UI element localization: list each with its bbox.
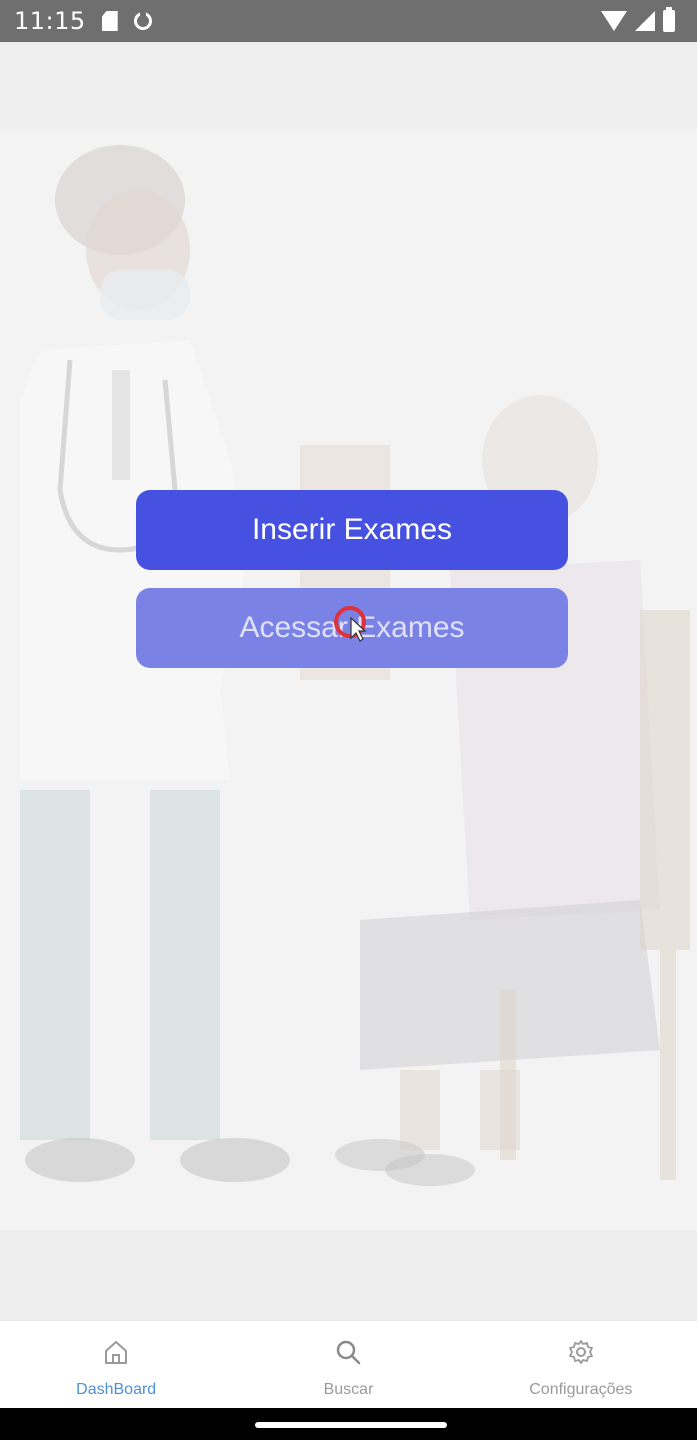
nav-label-buscar: Buscar [323,1381,374,1398]
status-bar: 11:15 [0,0,697,42]
gear-icon [568,1340,593,1364]
system-navigation-bar [0,1408,697,1440]
nav-item-dashboard[interactable]: DashBoard [0,1321,232,1408]
nav-item-configuracoes[interactable]: Configurações [465,1321,697,1408]
patient-leg-left [400,1070,440,1150]
chair-back [640,610,690,950]
doctor-mask [100,270,190,320]
doctor-leg-right [150,790,220,1140]
nav-label-dashboard: DashBoard [76,1381,157,1398]
ring-icon [133,11,152,30]
doctor-patient-illustration [0,130,697,1230]
doctor-shoe-left [25,1138,135,1182]
sd-card-icon [101,11,118,31]
battery-icon [663,7,675,32]
status-time: 11:15 [14,7,86,35]
patient-shoe-right [385,1154,475,1186]
nav-label-configuracoes: Configurações [529,1381,633,1398]
search-icon [337,1340,361,1365]
status-left: 11:15 [14,7,152,35]
status-right [601,7,675,32]
main-content: Inserir Exames Acessar Exames [0,42,697,1320]
home-icon [105,1341,128,1364]
wifi-icon [601,11,627,31]
nav-item-buscar[interactable]: Buscar [232,1321,464,1408]
tap-cursor-icon [334,606,367,642]
insert-exams-button[interactable]: Inserir Exames [136,490,568,570]
doctor-tie [112,370,130,480]
home-indicator[interactable] [255,1422,447,1428]
doctor-leg-left [20,790,90,1140]
chair-leg-right [660,950,676,1180]
signal-icon [635,11,655,31]
chair-leg-left [500,990,516,1160]
header-band [0,42,697,130]
app-frame: 11:15 Inserir Exames Acessar Exames Dash… [0,0,697,1440]
bottom-navigation: DashBoard Buscar Configurações [0,1320,697,1408]
doctor-shoe-right [180,1138,290,1182]
footer-band [0,1230,697,1320]
